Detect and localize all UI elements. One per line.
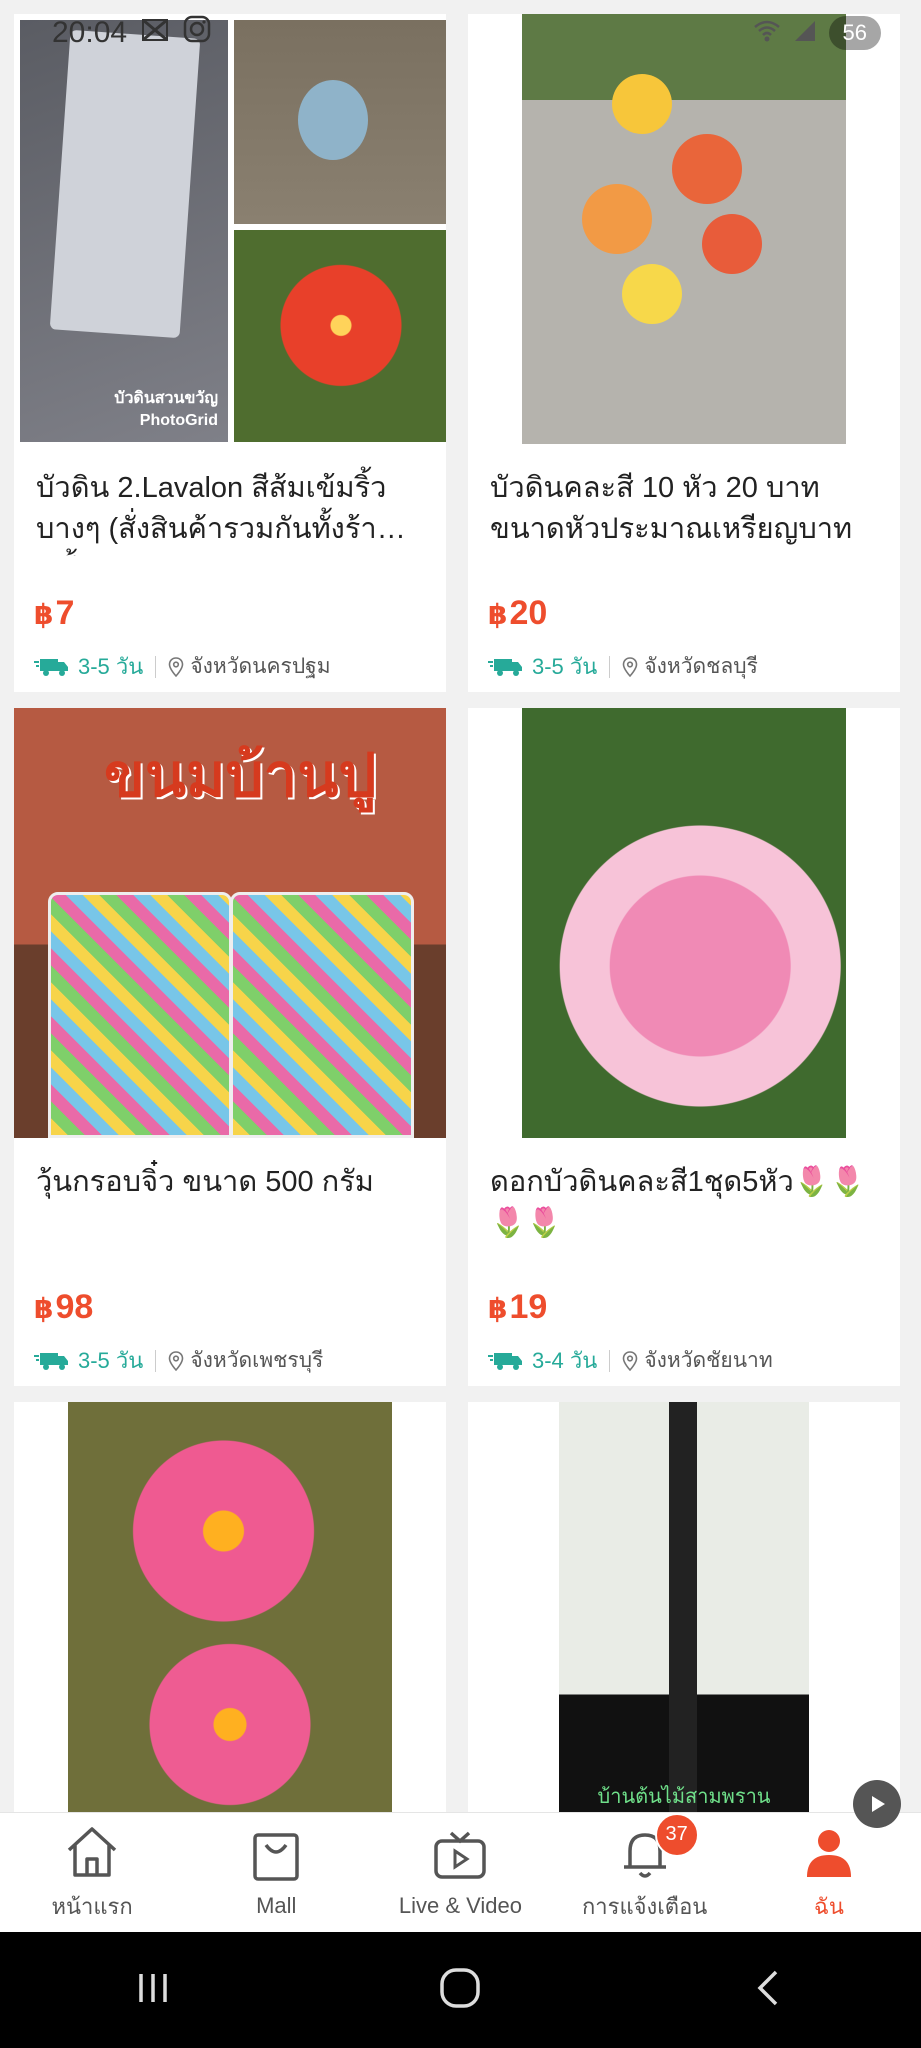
- nav-notifications[interactable]: 37 การแจ้งเตือน: [553, 1812, 737, 1924]
- price-value: 19: [509, 1288, 548, 1326]
- nav-mall[interactable]: Mall: [184, 1827, 368, 1919]
- home-icon: [67, 1826, 117, 1877]
- product-title: บัวดินคละสี 10 หัว 20 บาท ขนาดหัวประมาณเ…: [490, 472, 853, 545]
- product-location: จังหวัดเพชรบุรี: [190, 1349, 324, 1372]
- location-pin-icon: [169, 656, 184, 677]
- shipping-time: 3-5 วัน: [488, 649, 597, 684]
- shipping-time: 3-5 วัน: [34, 649, 143, 684]
- location-pin-icon: [623, 656, 638, 677]
- product-price: ฿7: [14, 556, 446, 633]
- shipping-days: 3-4 วัน: [532, 1348, 598, 1373]
- product-location: จังหวัดชลบุรี: [644, 655, 758, 678]
- live-video-icon: [434, 1831, 487, 1879]
- nav-me[interactable]: ฉัน: [737, 1823, 921, 1924]
- nav-home[interactable]: หน้าแรก: [0, 1823, 184, 1924]
- product-image: [14, 1402, 446, 1832]
- product-price: ฿19: [468, 1250, 900, 1327]
- play-icon: [872, 1796, 885, 1812]
- product-title: บัวดิน 2.Lavalon สีส้มเข้มริ้วบางๆ (สั่ง…: [36, 472, 387, 556]
- shipping-days: 3-5 วัน: [78, 1348, 144, 1373]
- delivery-truck-icon: [34, 1352, 68, 1370]
- currency-symbol: ฿: [488, 599, 508, 630]
- product-price: ฿20: [468, 556, 900, 633]
- currency-symbol: ฿: [34, 599, 54, 630]
- notification-badge: 37: [654, 1812, 699, 1857]
- home-circle-icon: [440, 1967, 481, 2008]
- image-watermark: บัวดินสวนขวัญ PhotoGrid: [114, 390, 218, 429]
- product-location: จังหวัดชัยนาท: [644, 1349, 773, 1372]
- product-card[interactable]: [14, 1402, 446, 1832]
- product-image: [468, 708, 900, 1138]
- nav-label: Mall: [256, 1893, 297, 1918]
- status-bar: 20:04 56: [0, 0, 921, 66]
- product-card[interactable]: บัวดินคละสี 10 หัว 20 บาท ขนาดหัวประมาณเ…: [468, 14, 900, 692]
- product-card[interactable]: ดอกบัวดินคละสี1ชุด5หัว🌷🌷🌷🌷 ฿19 3-4 วัน จ…: [468, 708, 900, 1386]
- image-brand-text: ขนมบ้านปู: [104, 742, 377, 809]
- profile-icon: [806, 1829, 851, 1877]
- battery-indicator: 56: [828, 16, 881, 50]
- play-button[interactable]: [853, 1780, 901, 1828]
- product-image: [468, 14, 900, 444]
- signal-icon: [793, 19, 817, 48]
- shipping-time: 3-4 วัน: [488, 1343, 597, 1378]
- currency-symbol: ฿: [488, 1293, 508, 1324]
- system-navigation-bar: [0, 1932, 921, 2048]
- product-image: บัวดินสวนขวัญ PhotoGrid: [14, 14, 446, 444]
- instagram-icon: [183, 15, 211, 51]
- mall-bag-icon: [253, 1833, 300, 1881]
- product-title: ดอกบัวดินคละสี1ชุด5หัว🌷🌷🌷🌷: [490, 1166, 866, 1239]
- product-card[interactable]: บ้านต้นไม้สามพราน: [468, 1402, 900, 1832]
- shipping-time: 3-5 วัน: [34, 1343, 143, 1378]
- price-value: 20: [509, 594, 548, 632]
- nav-label: หน้าแรก: [51, 1893, 133, 1919]
- wifi-icon: [753, 19, 781, 48]
- product-card[interactable]: ขนมบ้านปู วุ้นกรอบจิ๋ว ขนาด 500 กรัม ฿98…: [14, 708, 446, 1386]
- nav-label: Live & Video: [398, 1893, 523, 1918]
- product-card[interactable]: บัวดินสวนขวัญ PhotoGrid บัวดิน 2.Lavalon…: [14, 14, 446, 692]
- product-price: ฿98: [14, 1250, 446, 1327]
- nav-label: ฉัน: [813, 1893, 844, 1919]
- home-button[interactable]: [438, 1966, 482, 2015]
- product-image: ขนมบ้านปู: [14, 708, 446, 1138]
- back-button[interactable]: [748, 1968, 788, 2013]
- status-time: 20:04: [52, 16, 128, 49]
- shipping-days: 3-5 วัน: [78, 654, 144, 679]
- currency-symbol: ฿: [34, 1293, 54, 1324]
- recent-apps-icon: [139, 1973, 167, 2002]
- delivery-truck-icon: [488, 658, 522, 676]
- price-value: 7: [55, 594, 75, 632]
- price-value: 98: [55, 1288, 94, 1326]
- image-caption: บ้านต้นไม้สามพราน: [597, 1786, 771, 1808]
- delivery-truck-icon: [488, 1352, 522, 1370]
- product-grid: บัวดินสวนขวัญ PhotoGrid บัวดิน 2.Lavalon…: [14, 14, 900, 1832]
- notification-icon: [141, 16, 169, 50]
- delivery-truck-icon: [34, 658, 68, 676]
- shipping-days: 3-5 วัน: [532, 654, 598, 679]
- product-title: วุ้นกรอบจิ๋ว ขนาด 500 กรัม: [36, 1166, 374, 1198]
- nav-label: การแจ้งเตือน: [581, 1893, 708, 1919]
- product-image: บ้านต้นไม้สามพราน: [468, 1402, 900, 1832]
- nav-live-video[interactable]: Live & Video: [368, 1827, 552, 1919]
- back-icon: [757, 1970, 778, 2005]
- recent-apps-button[interactable]: [133, 1968, 173, 2013]
- bottom-nav: หน้าแรก Mall Live & Video 37 การแจ้งเตือ…: [0, 1812, 921, 1933]
- location-pin-icon: [169, 1350, 184, 1371]
- location-pin-icon: [623, 1350, 638, 1371]
- product-location: จังหวัดนครปฐม: [190, 655, 331, 678]
